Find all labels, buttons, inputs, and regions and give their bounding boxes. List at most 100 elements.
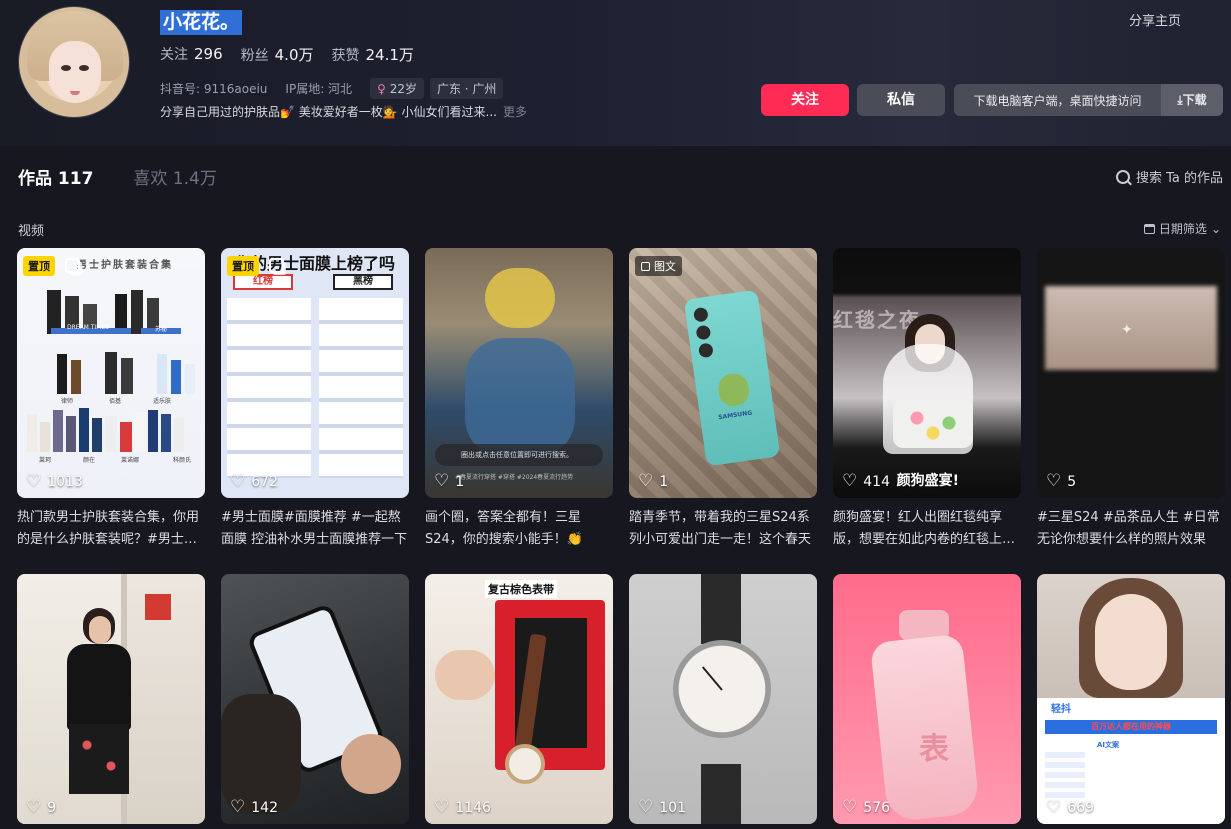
like-count: ♡ 5: [1046, 473, 1076, 490]
red-list-label: 红榜: [233, 274, 293, 290]
stat-followers[interactable]: 粉丝 4.0万: [241, 44, 314, 65]
app-logo-text: 轻抖: [1051, 704, 1071, 715]
video-description[interactable]: 颜狗盛宴！红人出圈红毯纯享版，想要在如此内卷的红毯上出圈: [833, 507, 1021, 551]
date-filter[interactable]: 日期筛选 ⌄: [1143, 220, 1221, 237]
heart-icon: ♡: [230, 471, 246, 491]
video-card[interactable]: ♡ 9: [17, 574, 205, 824]
thumb-label: 颜在: [83, 457, 96, 464]
video-thumbnail[interactable]: ♡ 101: [629, 574, 817, 824]
product-bottle: [105, 416, 117, 452]
like-count: ♡ 669: [1046, 799, 1094, 816]
video-description[interactable]: 热门款男士护肤套装合集，你用的是什么护肤套装呢？#男士护肤: [17, 507, 205, 551]
video-card[interactable]: 轻抖 百万达人都在用的神器 AI文案 ♡ 669: [1037, 574, 1225, 824]
camera-lens: [692, 306, 709, 323]
video-card[interactable]: 圈出或点击任意位置即可进行搜索。 #春夏流行穿搭 #穿搭 #2024春夏流行趋势…: [425, 248, 613, 551]
heart-icon: ♡: [434, 471, 450, 491]
heart-icon: ♡: [230, 797, 246, 817]
heart-icon: ♡: [1046, 797, 1062, 817]
video-card[interactable]: ✦ ♡ 5 #三星S24 #品茶品人生 #日常无论你想要什么样的照片效果: [1037, 248, 1225, 551]
video-card[interactable]: 表 ♡ 576: [833, 574, 1021, 824]
like-count-value: 1013: [47, 473, 83, 490]
product-row: [57, 352, 195, 394]
badge-text: 图文: [654, 260, 676, 273]
like-count-value: 9: [47, 799, 57, 816]
stat-following[interactable]: 关注 296: [160, 44, 223, 65]
like-count-value: 672: [251, 473, 278, 490]
video-thumbnail[interactable]: 复古棕色表带 ♡ 1146: [425, 574, 613, 824]
bio-more-link[interactable]: 更多: [503, 105, 527, 119]
video-card[interactable]: 男士护肤套装合集 DREAM TIMES 苏秘 律师 佰基 适乐肤 莱珂 颜在 …: [17, 248, 205, 551]
video-thumbnail[interactable]: 男士护肤套装合集 DREAM TIMES 苏秘 律师 佰基 适乐肤 莱珂 颜在 …: [17, 248, 205, 498]
flower-dress: [893, 398, 973, 448]
profile-header: 小花花。 关注 296 粉丝 4.0万 获赞 24.1万 抖音号: 9116aoeiu…: [0, 0, 1231, 146]
video-description[interactable]: 画个圈，答案全都有！三星S24，你的搜索小能手！👏: [425, 507, 613, 551]
video-thumbnail[interactable]: ✦ ♡ 5: [1037, 248, 1225, 498]
age-tag: ♀ 22岁: [370, 78, 424, 99]
video-thumbnail[interactable]: 圈出或点击任意位置即可进行搜索。 #春夏流行穿搭 #穿搭 #2024春夏流行趋势…: [425, 248, 613, 498]
pouch-text: 表: [919, 732, 949, 767]
video-card[interactable]: ♡ 101: [629, 574, 817, 824]
profile-tabs: 作品 117 喜欢 1.4万: [18, 164, 217, 189]
sparkle-icon: ✦: [1121, 322, 1133, 338]
video-thumbnail[interactable]: 你的男士面膜上榜了吗 红榜 黑榜 置顶 ♡ 672: [221, 248, 409, 498]
video-thumbnail[interactable]: 轻抖 百万达人都在用的神器 AI文案 ♡ 669: [1037, 574, 1225, 824]
product-row: [27, 408, 184, 452]
thumb-caption: 颜狗盛宴!: [896, 473, 959, 489]
chevron-down-icon: ⌄: [1210, 221, 1221, 236]
heart-icon: ♡: [638, 471, 654, 491]
like-count-value: 414: [863, 473, 890, 490]
thumb-label: 律师: [61, 398, 74, 405]
download-client-text: 下载电脑客户端，桌面快捷访问: [973, 93, 1142, 108]
search-works[interactable]: 搜索 Ta 的作品: [1115, 167, 1223, 186]
like-count: ♡ 414: [842, 473, 890, 490]
video-card[interactable]: ♡ 142: [221, 574, 409, 824]
hand-shape: [435, 650, 495, 700]
product-bottle: [174, 418, 184, 452]
like-count: ♡ 101: [638, 799, 686, 816]
thumb-tags: #春夏流行穿搭 #穿搭 #2024春夏流行趋势: [455, 474, 574, 481]
download-client-banner[interactable]: 下载电脑客户端，桌面快捷访问 ⤓下载: [954, 84, 1223, 116]
video-card[interactable]: 复古棕色表带 ♡ 1146: [425, 574, 613, 824]
douyin-id: 抖音号: 9116aoeiu: [160, 82, 268, 96]
sticker-shape: [716, 371, 751, 408]
video-card[interactable]: SAMSUNG 图文 ♡ 1 踏青季节，带着我的三星S24系列小可爱出门走一走！这…: [629, 248, 817, 551]
thumb-blur-shape: [485, 268, 555, 328]
video-description[interactable]: #三星S24 #品茶品人生 #日常无论你想要什么样的照片效果: [1037, 507, 1225, 551]
profile-stats: 关注 296 粉丝 4.0万 获赞 24.1万: [160, 44, 414, 65]
download-button[interactable]: ⤓下载: [1161, 84, 1223, 116]
video-thumbnail[interactable]: 红毯之夜 ♡ 414 颜狗盛宴!: [833, 248, 1021, 498]
product-bottle: [157, 354, 167, 394]
avatar[interactable]: [18, 6, 130, 118]
heart-icon: ♡: [26, 797, 42, 817]
pinned-badge: 置顶: [227, 256, 259, 276]
stat-likes-received: 获赞 24.1万: [332, 44, 414, 65]
product-bottle: [71, 360, 81, 394]
follow-button[interactable]: 关注: [761, 84, 849, 116]
video-card[interactable]: 红毯之夜 ♡ 414 颜狗盛宴! 颜狗盛宴！红人出圈红毯纯享版，想要在如此内卷的红…: [833, 248, 1021, 551]
tab-likes[interactable]: 喜欢 1.4万: [133, 164, 216, 189]
avatar-eye-right: [79, 65, 89, 71]
video-description[interactable]: 踏青季节，带着我的三星S24系列小可爱出门走一走！这个春天: [629, 507, 817, 551]
share-home-button[interactable]: 分享主页: [1129, 10, 1181, 29]
product-bottle: [185, 364, 195, 394]
product-bottle: [148, 410, 158, 452]
nickname[interactable]: 小花花。: [160, 10, 243, 35]
tab-works[interactable]: 作品 117: [18, 164, 93, 189]
product-bottle: [161, 414, 171, 452]
video-card[interactable]: 你的男士面膜上榜了吗 红榜 黑榜 置顶 ♡ 672 #男士面膜#面膜推荐 #一起熬…: [221, 248, 409, 551]
search-works-label: 搜索 Ta 的作品: [1135, 171, 1223, 186]
profile-bio: 分享自己用过的护肤品💅 美妆爱好者一枚💁 小仙女们看过来... 更多: [160, 103, 527, 120]
message-button[interactable]: 私信: [857, 84, 945, 116]
heart-icon: ♡: [842, 797, 858, 817]
video-thumbnail[interactable]: ♡ 142: [221, 574, 409, 824]
video-thumbnail[interactable]: 表 ♡ 576: [833, 574, 1021, 824]
like-count: ♡ 1: [434, 473, 464, 490]
video-description[interactable]: #男士面膜#面膜推荐 #一起熬面膜 控油补水男士面膜推荐一下: [221, 507, 409, 551]
product-bottle: [27, 414, 37, 452]
ip-location: IP属地: 河北: [285, 82, 353, 96]
bio-text: 分享自己用过的护肤品💅 美妆爱好者一枚💁 小仙女们看过来...: [160, 105, 497, 119]
video-thumbnail[interactable]: ♡ 9: [17, 574, 205, 824]
video-thumbnail[interactable]: SAMSUNG 图文 ♡ 1: [629, 248, 817, 498]
stat-value: 24.1万: [365, 46, 414, 64]
